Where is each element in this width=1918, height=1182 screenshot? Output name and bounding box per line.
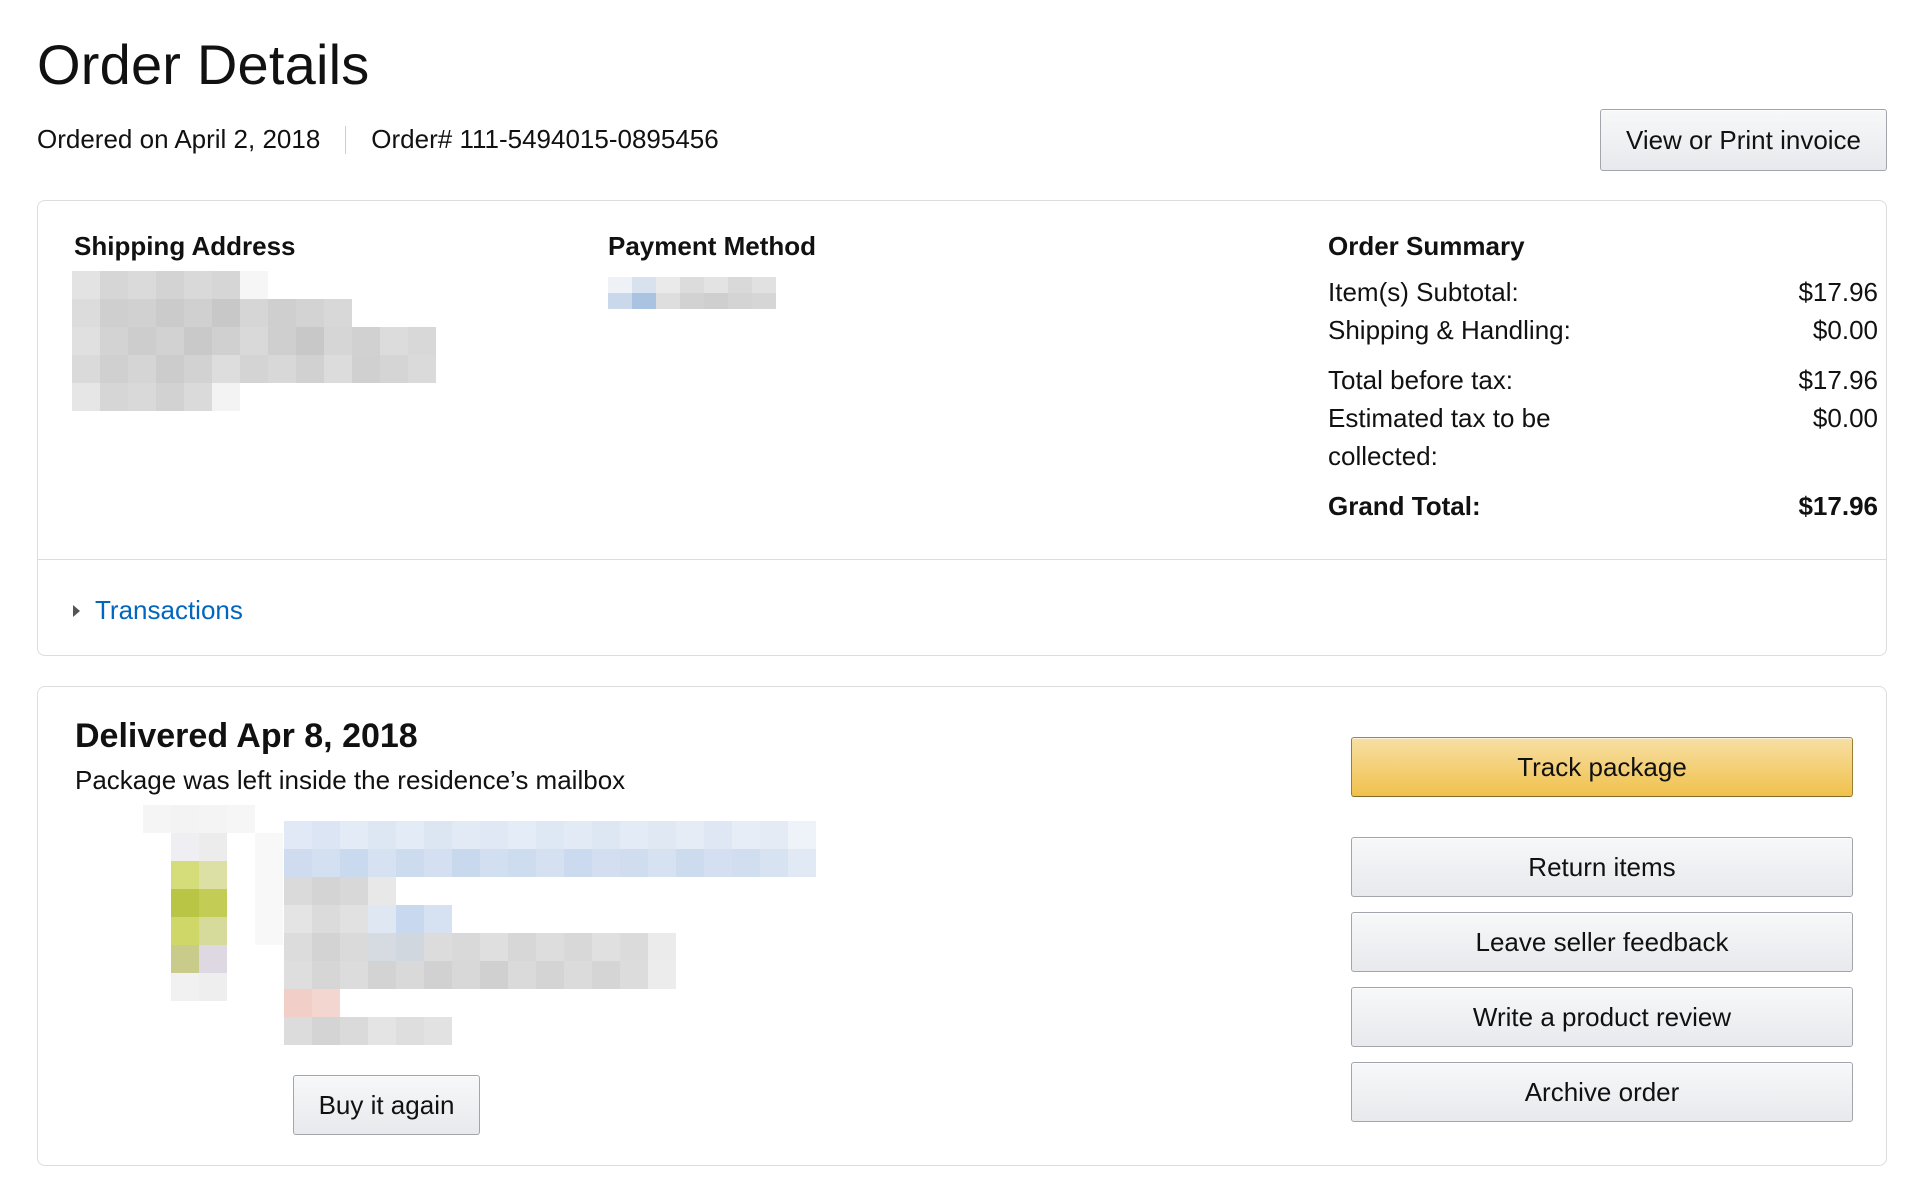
transactions-link[interactable]: Transactions [95, 595, 243, 626]
summary-label: Total before tax: [1328, 365, 1513, 395]
meta-separator [345, 125, 347, 154]
section-divider [38, 559, 1886, 560]
shipment-box: Delivered Apr 8, 2018 Package was left i… [37, 686, 1887, 1166]
summary-row-before-tax: Total before tax: $17.96 [1328, 361, 1878, 399]
summary-row-shipping: Shipping & Handling: $0.00 [1328, 311, 1878, 349]
caret-right-icon [73, 604, 80, 617]
summary-row-grand-total: Grand Total: $17.96 [1328, 487, 1878, 525]
order-meta: Ordered on April 2, 2018 Order# 111-5494… [37, 124, 719, 155]
product-title-redacted[interactable] [284, 821, 816, 1045]
order-info-box: Shipping Address Payment Method Order Su… [37, 200, 1887, 656]
leave-seller-feedback-button[interactable]: Leave seller feedback [1351, 912, 1853, 972]
summary-row-subtotal: Item(s) Subtotal: $17.96 [1328, 273, 1878, 311]
summary-value: $0.00 [1812, 315, 1878, 345]
grand-total-label: Grand Total: [1328, 491, 1481, 521]
delivery-note: Package was left inside the residence’s … [75, 765, 626, 795]
summary-value: $17.96 [1798, 277, 1878, 307]
summary-label: Shipping & Handling: [1328, 315, 1571, 345]
buy-it-again-button[interactable]: Buy it again [293, 1075, 480, 1135]
product-image-redacted[interactable] [143, 805, 283, 1001]
summary-value: $17.96 [1798, 365, 1878, 395]
order-summary: Item(s) Subtotal: $17.96 Shipping & Hand… [1328, 273, 1878, 525]
summary-value: $0.00 [1812, 403, 1878, 433]
summary-row-tax: Estimated tax to be collected: $0.00 [1328, 399, 1878, 475]
grand-total-value: $17.96 [1798, 491, 1878, 521]
shipping-address-redacted [72, 271, 436, 411]
write-product-review-button[interactable]: Write a product review [1351, 987, 1853, 1047]
page-title: Order Details [37, 33, 370, 96]
transactions-toggle[interactable]: Transactions [73, 595, 243, 626]
track-package-button[interactable]: Track package [1351, 737, 1853, 797]
order-summary-heading: Order Summary [1328, 231, 1525, 261]
return-items-button[interactable]: Return items [1351, 837, 1853, 897]
summary-label: Estimated tax to be collected: [1328, 403, 1551, 471]
payment-method-heading: Payment Method [608, 231, 817, 261]
payment-method-redacted [608, 277, 776, 309]
shipping-address-heading: Shipping Address [74, 231, 296, 261]
archive-order-button[interactable]: Archive order [1351, 1062, 1853, 1122]
order-details-page: Order Details Ordered on April 2, 2018 O… [0, 0, 1918, 1182]
order-date: Ordered on April 2, 2018 [37, 124, 321, 154]
order-number: Order# 111-5494015-0895456 [371, 124, 719, 154]
delivery-status: Delivered Apr 8, 2018 [75, 717, 418, 755]
view-print-invoice-button[interactable]: View or Print invoice [1600, 109, 1887, 171]
summary-label: Item(s) Subtotal: [1328, 277, 1519, 307]
